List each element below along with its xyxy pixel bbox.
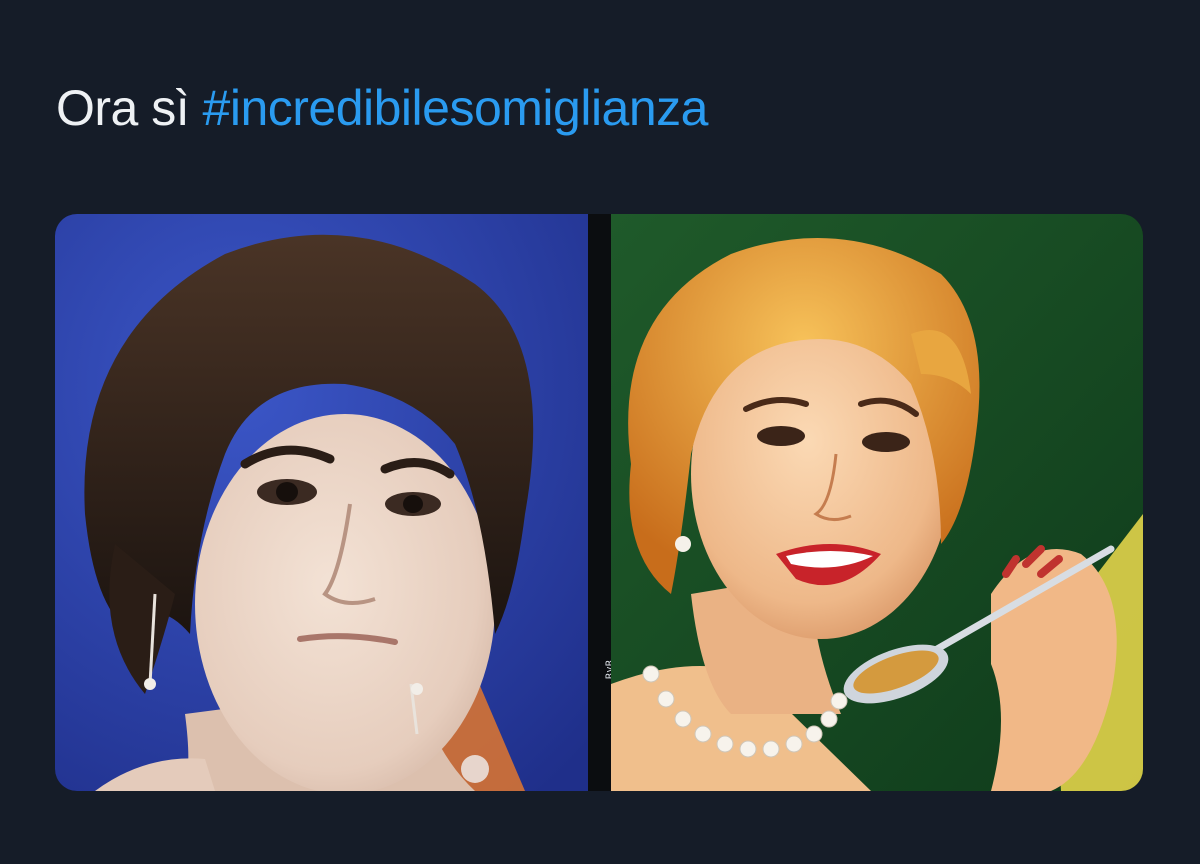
- left-photo[interactable]: [55, 214, 588, 791]
- image-divider: [588, 214, 611, 791]
- right-photo[interactable]: [611, 214, 1143, 791]
- tweet-text-prefix: Ora sì: [56, 80, 203, 136]
- portrait-man-image: [55, 214, 588, 791]
- hashtag-link[interactable]: #incredibilesomiglianza: [203, 80, 709, 136]
- tweet-media[interactable]: RvR: [55, 214, 1143, 791]
- tweet-text: Ora sì #incredibilesomiglianza: [56, 72, 708, 144]
- vintage-woman-image: [611, 214, 1143, 791]
